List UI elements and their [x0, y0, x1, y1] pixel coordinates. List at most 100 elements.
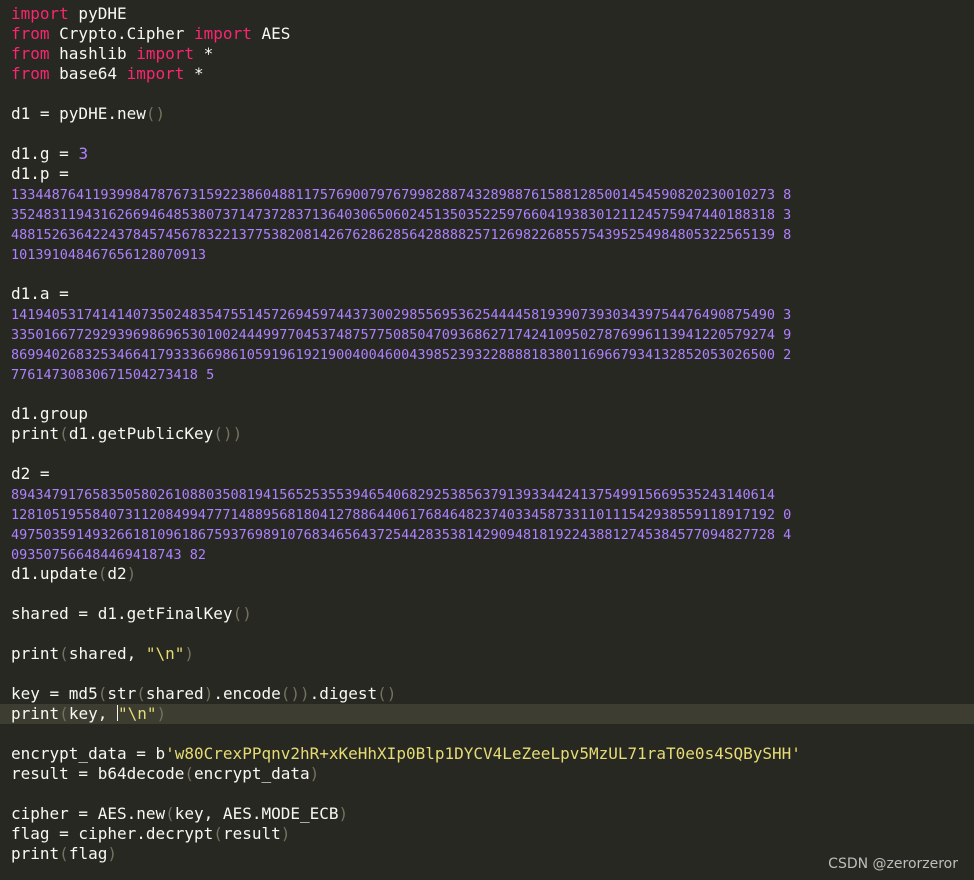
code-line[interactable]: d1.group	[11, 404, 971, 424]
code-token: print	[11, 704, 60, 723]
code-token: d2 =	[11, 464, 50, 483]
code-line[interactable]: flag = cipher.decrypt(result)	[11, 824, 971, 844]
code-line[interactable]: d1.p =	[11, 164, 971, 184]
code-token: *	[184, 64, 204, 83]
number-token: 3524831194316266946485380737147372837136…	[11, 207, 792, 223]
code-line[interactable]	[11, 784, 971, 804]
code-line-current[interactable]: print(key, "\n")	[0, 704, 974, 724]
code-line[interactable]: from Crypto.Cipher import AES	[11, 24, 971, 44]
code-line[interactable]: from base64 import *	[11, 64, 971, 84]
code-line[interactable]	[11, 84, 971, 104]
code-line[interactable]: print(shared, "\n")	[11, 644, 971, 664]
code-token: result	[222, 824, 281, 843]
code-token: hashlib	[49, 44, 137, 63]
code-token: d1 = pyDHE.new	[11, 104, 146, 123]
number-token: 8943479176583505802610880350819415652535…	[11, 487, 776, 503]
code-line[interactable]: key = md5(str(shared).encode()).digest()	[11, 684, 971, 704]
code-line[interactable]: result = b64decode(encrypt_data)	[11, 764, 971, 784]
paren-token: (	[165, 804, 175, 823]
keyword-token: import	[126, 64, 185, 83]
code-line[interactable]: shared = d1.getFinalKey()	[11, 604, 971, 624]
keyword-token: import	[136, 44, 195, 63]
code-token: d1.p =	[11, 164, 69, 183]
code-line[interactable]: d1.g = 3	[11, 144, 971, 164]
code-token: d2	[107, 564, 127, 583]
keyword-token: import	[11, 4, 69, 23]
code-line[interactable]: 1281051955840731120849947771488956818041…	[11, 504, 971, 524]
code-line[interactable]: encrypt_data = b'w80CrexPPqnv2hR+xKeHhXI…	[11, 744, 971, 764]
number-token: 1334487641193998478767315922386048811757…	[11, 187, 792, 203]
code-area[interactable]: import pyDHE from Crypto.Cipher import AE…	[0, 4, 974, 864]
string-token: "\n"	[117, 704, 157, 723]
number-token: 77614730830671504273418 5	[11, 367, 215, 383]
paren-token: (	[59, 424, 69, 443]
code-token: flag	[68, 844, 108, 863]
code-token: AES	[251, 24, 291, 43]
paren-token: (	[59, 704, 69, 723]
paren-token: )	[184, 644, 195, 663]
number-token: 8699402683253466417933366986105919619219…	[11, 347, 792, 363]
string-token: "\n"	[145, 644, 185, 663]
number-token: 101391048467656128070913	[11, 247, 207, 263]
code-line[interactable]	[11, 444, 971, 464]
keyword-token: import	[194, 24, 252, 43]
code-line[interactable]: print(flag)	[11, 844, 971, 864]
code-token: result = b64decode	[11, 764, 185, 783]
code-line[interactable]: d2 =	[11, 464, 971, 484]
paren-token: ()	[232, 604, 252, 623]
paren-token: (	[136, 684, 146, 703]
code-line[interactable]	[11, 664, 971, 684]
paren-token: (	[184, 764, 195, 783]
code-token: d1.getPublicKey	[68, 424, 214, 443]
code-line[interactable]: d1.update(d2)	[11, 564, 971, 584]
code-token: Crypto.Cipher	[49, 24, 195, 43]
code-editor[interactable]: import pyDHE from Crypto.Cipher import AE…	[0, 0, 974, 880]
code-line[interactable]	[11, 124, 971, 144]
code-line[interactable]: print(d1.getPublicKey())	[11, 424, 971, 444]
paren-token: )	[309, 764, 320, 783]
code-token: base64	[49, 64, 127, 83]
code-line[interactable]: 1334487641193998478767315922386048811757…	[11, 184, 971, 204]
code-token: print	[11, 844, 60, 863]
code-line[interactable]: 4881526364224378457456783221377538208142…	[11, 224, 971, 244]
code-token: *	[194, 44, 214, 63]
code-line[interactable]	[11, 624, 971, 644]
code-line[interactable]	[11, 584, 971, 604]
code-token: shared,	[68, 644, 146, 663]
code-token: d1.g =	[11, 144, 79, 163]
paren-token: )	[280, 824, 291, 843]
code-token: shared = d1.getFinalKey	[11, 604, 233, 623]
number-token: 4975035914932661810961867593769891076834…	[11, 527, 792, 543]
code-line[interactable]: 3524831194316266946485380737147372837136…	[11, 204, 971, 224]
code-line[interactable]: 4975035914932661810961867593769891076834…	[11, 524, 971, 544]
code-token: flag = cipher.decrypt	[11, 824, 214, 843]
code-token: d1.a =	[11, 284, 69, 303]
paren-token: )	[203, 684, 214, 703]
code-line[interactable]: 093507566484469418743 82	[11, 544, 971, 564]
paren-token: ())	[280, 684, 310, 703]
paren-token: (	[59, 844, 69, 863]
code-line[interactable]: cipher = AES.new(key, AES.MODE_ECB)	[11, 804, 971, 824]
code-line[interactable]: 101391048467656128070913	[11, 244, 971, 264]
code-line[interactable]	[11, 384, 971, 404]
code-line[interactable]: 1419405317414140735024835475514572694597…	[11, 304, 971, 324]
code-line[interactable]: d1.a =	[11, 284, 971, 304]
code-line[interactable]	[11, 724, 971, 744]
paren-token: (	[97, 684, 108, 703]
code-token: cipher = AES.new	[11, 804, 166, 823]
keyword-token: from	[11, 44, 50, 63]
code-line[interactable]: 8699402683253466417933366986105919619219…	[11, 344, 971, 364]
keyword-token: from	[11, 24, 50, 43]
code-token: .encode	[213, 684, 281, 703]
code-line[interactable]: from hashlib import *	[11, 44, 971, 64]
code-token: pyDHE	[68, 4, 127, 23]
code-line[interactable]: 3350166772929396986965301002444997704537…	[11, 324, 971, 344]
code-line[interactable]: d1 = pyDHE.new()	[11, 104, 971, 124]
code-token: d1.group	[11, 404, 89, 423]
code-line[interactable]: 8943479176583505802610880350819415652535…	[11, 484, 971, 504]
code-line[interactable]	[11, 264, 971, 284]
code-token: .digest	[309, 684, 378, 703]
code-line[interactable]: import pyDHE	[11, 4, 971, 24]
paren-token: )	[338, 804, 349, 823]
code-line[interactable]: 77614730830671504273418 5	[11, 364, 971, 384]
